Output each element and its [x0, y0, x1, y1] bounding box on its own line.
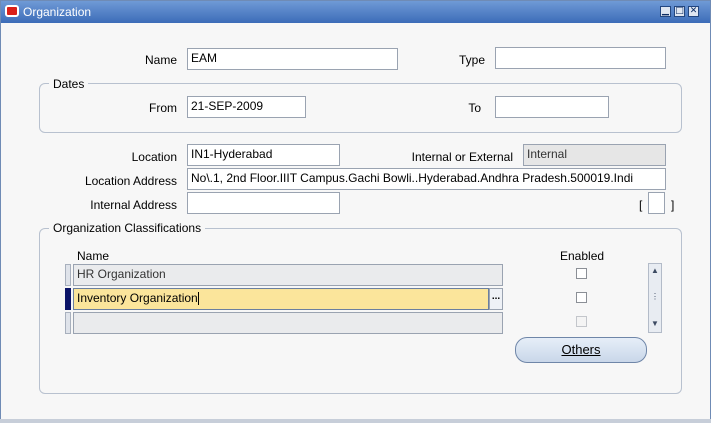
from-date-field[interactable]: 21-SEP-2009	[187, 96, 306, 118]
internal-external-field: Internal	[523, 144, 666, 166]
name-column-header: Name	[77, 249, 110, 263]
row-selector[interactable]	[65, 312, 71, 334]
enabled-checkbox[interactable]	[576, 268, 587, 279]
enabled-column-header: Enabled	[560, 249, 605, 263]
dates-group-title: Dates	[49, 77, 89, 91]
scroll-up-icon[interactable]: ▲	[650, 266, 660, 278]
location-label: Location	[131, 150, 177, 164]
type-field[interactable]	[495, 47, 666, 69]
close-icon[interactable]: ✕	[688, 6, 699, 17]
classification-name-field[interactable]: HR Organization	[73, 264, 503, 286]
classifications-group-title: Organization Classifications	[49, 221, 206, 235]
internal-address-label: Internal Address	[90, 198, 177, 212]
location-address-label: Location Address	[84, 174, 177, 188]
internal-address-field[interactable]	[187, 192, 340, 214]
from-label: From	[149, 101, 177, 115]
name-field[interactable]: EAM	[187, 48, 398, 70]
name-label: Name	[144, 53, 177, 67]
title-bar[interactable]: Organization ▁ □ ✕	[1, 1, 710, 23]
location-address-field[interactable]: No\.1, 2nd Floor.IIIT Campus.Gachi Bowli…	[187, 168, 666, 190]
row-selector[interactable]	[65, 264, 71, 286]
enabled-checkbox-disabled	[576, 316, 587, 327]
dff-bracket-close: ]	[671, 198, 675, 212]
others-button[interactable]: Others	[515, 337, 647, 363]
others-button-label: Others	[561, 342, 601, 357]
type-label: Type	[458, 53, 485, 67]
text-cursor	[197, 292, 199, 306]
descriptive-flexfield[interactable]	[648, 192, 665, 214]
background-desktop	[0, 419, 711, 423]
window-title: Organization	[23, 5, 92, 19]
to-label: To	[468, 101, 481, 115]
enabled-checkbox[interactable]	[576, 292, 587, 303]
classification-name-field-active[interactable]: Inventory Organization	[73, 288, 489, 310]
minimize-icon[interactable]: ▁	[660, 6, 671, 17]
to-date-field[interactable]	[495, 96, 609, 118]
classification-name-field[interactable]	[73, 312, 503, 334]
list-of-values-button[interactable]: ...	[489, 288, 503, 310]
oracle-app-icon	[5, 5, 19, 17]
dff-bracket-open: [	[639, 198, 643, 212]
location-field[interactable]: IN1-Hyderabad	[187, 144, 340, 166]
maximize-icon[interactable]: □	[674, 6, 685, 17]
organization-window: Organization ▁ □ ✕ Name EAM Type Dates F…	[0, 0, 711, 420]
scroll-down-icon[interactable]: ▼	[650, 319, 660, 331]
classification-name-text: Inventory Organization	[77, 291, 198, 305]
internal-external-label: Internal or External	[411, 150, 513, 164]
scroll-thumb-icon[interactable]: ⋮	[650, 292, 660, 304]
classifications-scrollbar[interactable]: ▲ ⋮ ▼	[648, 263, 662, 333]
row-selector-current[interactable]	[65, 288, 71, 310]
